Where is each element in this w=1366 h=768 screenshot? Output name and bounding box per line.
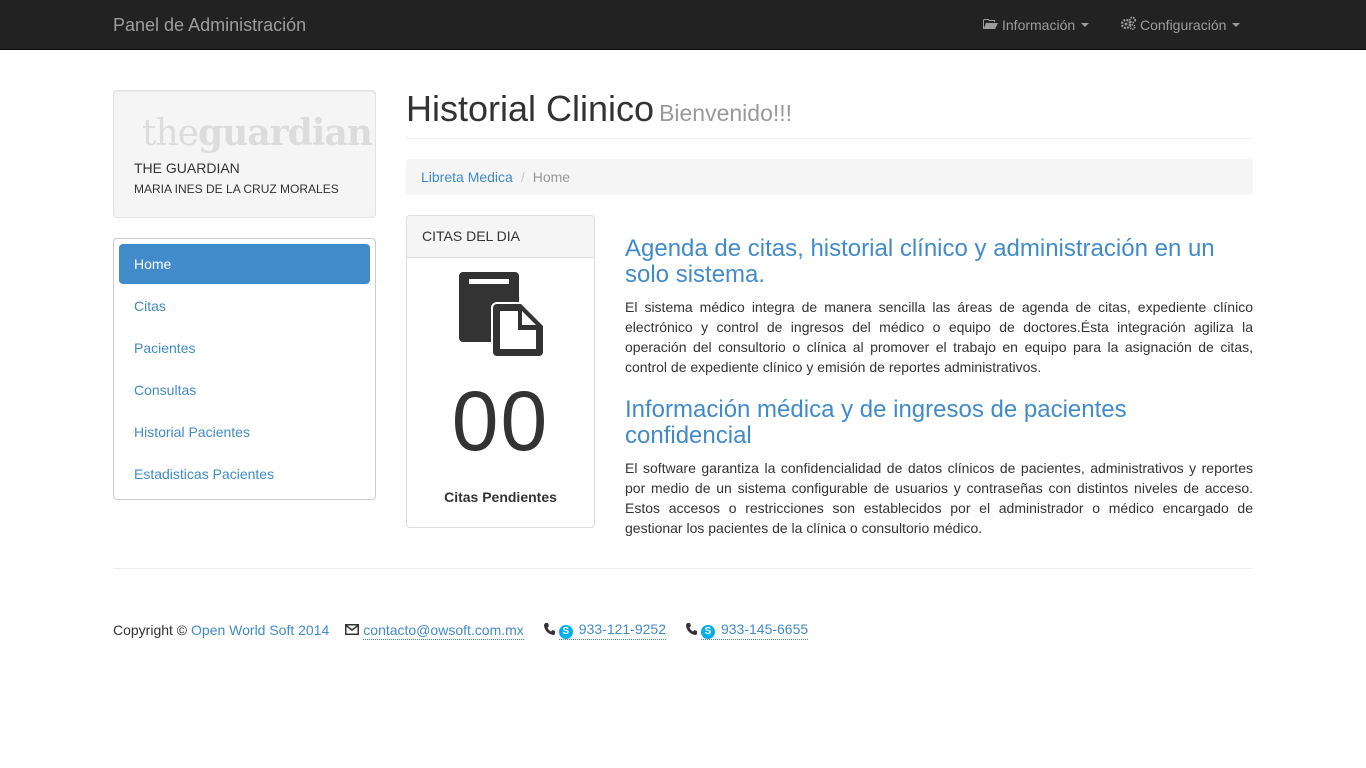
top-navbar: Panel de Administración Información Conf… [0,0,1366,50]
breadcrumb-separator: / [520,169,525,185]
logo-the-text: the [142,113,199,154]
panel-heading: CITAS DEL DIA [407,216,594,258]
main-content: Agenda de citas, historial clínico y adm… [625,236,1253,558]
email-link[interactable]: contacto@owsoft.com.mx [363,621,524,640]
sidebar-item-citas[interactable]: Citas [119,286,370,326]
navbar-brand[interactable]: Panel de Administración [113,14,306,36]
citas-del-dia-panel: CITAS DEL DIA 00 Citas Pendientes [406,215,595,528]
profile-user-name: MARIA INES DE LA CRUZ MORALES [134,182,339,196]
phone-link-1[interactable]: S 933-121-9252 [558,620,666,640]
sidebar-item-consultas[interactable]: Consultas [119,370,370,410]
skype-icon: S [558,625,573,639]
sidebar-item-pacientes[interactable]: Pacientes [119,328,370,368]
company-link[interactable]: Open World Soft 2014 [191,621,329,639]
breadcrumb-link-libreta-medica[interactable]: Libreta Medica [421,169,513,185]
profile-organization: THE GUARDIAN [134,160,240,176]
content-paragraph-informacion: El software garantiza la confidencialida… [625,460,1253,536]
footer: Copyright © Open World Soft 2014 contact… [113,620,809,640]
sidebar-item-estadisticas-pacientes[interactable]: Estadisticas Pacientes [119,454,370,494]
footer-phone-1: S 933-121-9252 [543,620,666,640]
page-header: Historial Clinico Bienvenido!!! [406,86,1253,139]
chevron-down-icon [1232,23,1241,27]
phone-2-text: 933-145-6655 [720,621,809,637]
footer-divider [113,568,1253,569]
phone-1-text: 933-121-9252 [578,621,666,637]
footer-phone-2: S 933-145-6655 [685,620,809,640]
sidebar-nav: Home Citas Pacientes Consultas Historial… [113,238,376,500]
pending-appointments-count: 00 [451,374,550,468]
sidebar-item-historial-pacientes[interactable]: Historial Pacientes [119,412,370,452]
sidebar-item-home[interactable]: Home [119,244,370,284]
page-subtitle: Bienvenido!!! [659,100,793,126]
phone-link-2[interactable]: S 933-145-6655 [700,620,809,640]
chevron-down-icon [1081,23,1090,27]
breadcrumb-current: Home [532,169,571,185]
phone-icon [543,621,559,639]
nav-configuracion-label: Configuración [1140,17,1227,33]
nav-informacion-label: Información [1002,17,1076,33]
content-heading-informacion: Información médica y de ingresos de paci… [625,396,1127,449]
guardian-logo: theguardian [142,111,373,156]
profile-card: theguardian THE GUARDIAN MARIA INES DE L… [113,90,376,218]
gears-icon [1120,15,1140,35]
copy-documents-icon [459,272,543,360]
page-title: Historial Clinico Bienvenido!!! [406,86,1253,136]
phone-icon [685,621,701,639]
skype-icon: S [700,625,715,639]
logo-guardian-text: guardian [197,112,373,154]
breadcrumb: Libreta Medica / Home [406,159,1253,195]
footer-email: contacto@owsoft.com.mx [345,621,524,640]
copyright-text: Copyright © [113,622,188,638]
page-title-text: Historial Clinico [406,88,655,129]
nav-informacion-dropdown[interactable]: Información [983,15,1090,35]
pending-appointments-label: Citas Pendientes [444,489,557,505]
content-paragraph-agenda: El sistema médico integra de manera senc… [625,299,1253,375]
content-heading-agenda: Agenda de citas, historial clínico y adm… [625,235,1215,288]
envelope-icon [345,621,363,639]
nav-configuracion-dropdown[interactable]: Configuración [1120,15,1241,35]
folder-open-icon [983,15,1002,35]
